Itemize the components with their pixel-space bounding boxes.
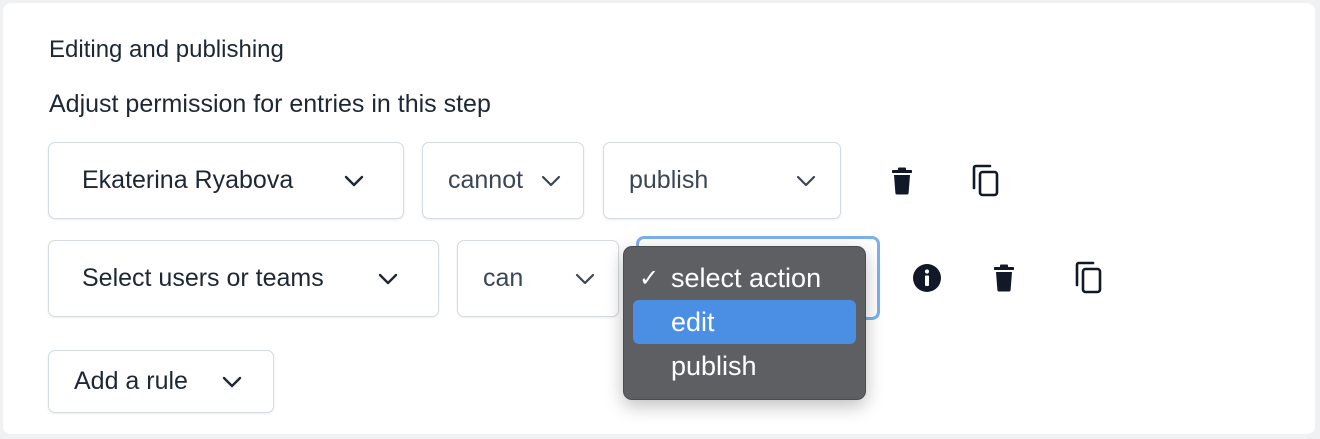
rule-1-permission-label: cannot	[448, 166, 524, 194]
trash-icon[interactable]	[884, 163, 920, 199]
rule-2-subject-label: Select users or teams	[82, 264, 324, 292]
menu-option-label: edit	[671, 306, 715, 337]
rule-1-subject-label: Ekaterina Ryabova	[82, 166, 294, 194]
chevron-down-icon	[795, 174, 817, 188]
rule-1-permission-select[interactable]: cannot	[422, 142, 584, 219]
menu-option-publish[interactable]: publish	[633, 344, 856, 388]
rule-1-action-label: publish	[629, 166, 709, 194]
checkmark-icon: ✓	[639, 264, 660, 292]
chevron-down-icon	[377, 272, 399, 286]
rule-1-subject-select[interactable]: Ekaterina Ryabova	[48, 142, 404, 219]
rule-2-permission-select[interactable]: can	[457, 240, 619, 317]
info-icon[interactable]	[909, 260, 945, 296]
menu-option-select-action[interactable]: ✓ select action	[633, 256, 856, 300]
menu-option-label: publish	[671, 350, 757, 381]
trash-icon[interactable]	[986, 260, 1022, 296]
chevron-down-icon	[574, 272, 596, 286]
chevron-down-icon	[540, 174, 562, 188]
section-title: Editing and publishing	[49, 36, 284, 63]
copy-icon[interactable]	[967, 163, 1003, 199]
rule-1-action-select[interactable]: publish	[603, 142, 841, 219]
chevron-down-icon	[343, 174, 365, 188]
menu-option-edit[interactable]: edit	[633, 300, 856, 344]
chevron-down-icon	[221, 375, 243, 389]
rule-2-subject-select[interactable]: Select users or teams	[48, 240, 439, 317]
rule-2-permission-label: can	[483, 264, 524, 292]
action-dropdown-menu: ✓ select action edit publish	[623, 246, 866, 400]
copy-icon[interactable]	[1070, 260, 1106, 296]
section-description: Adjust permission for entries in this st…	[49, 90, 491, 118]
add-rule-button[interactable]: Add a rule	[48, 350, 274, 413]
add-rule-label: Add a rule	[74, 367, 188, 395]
menu-option-label: select action	[671, 262, 822, 293]
